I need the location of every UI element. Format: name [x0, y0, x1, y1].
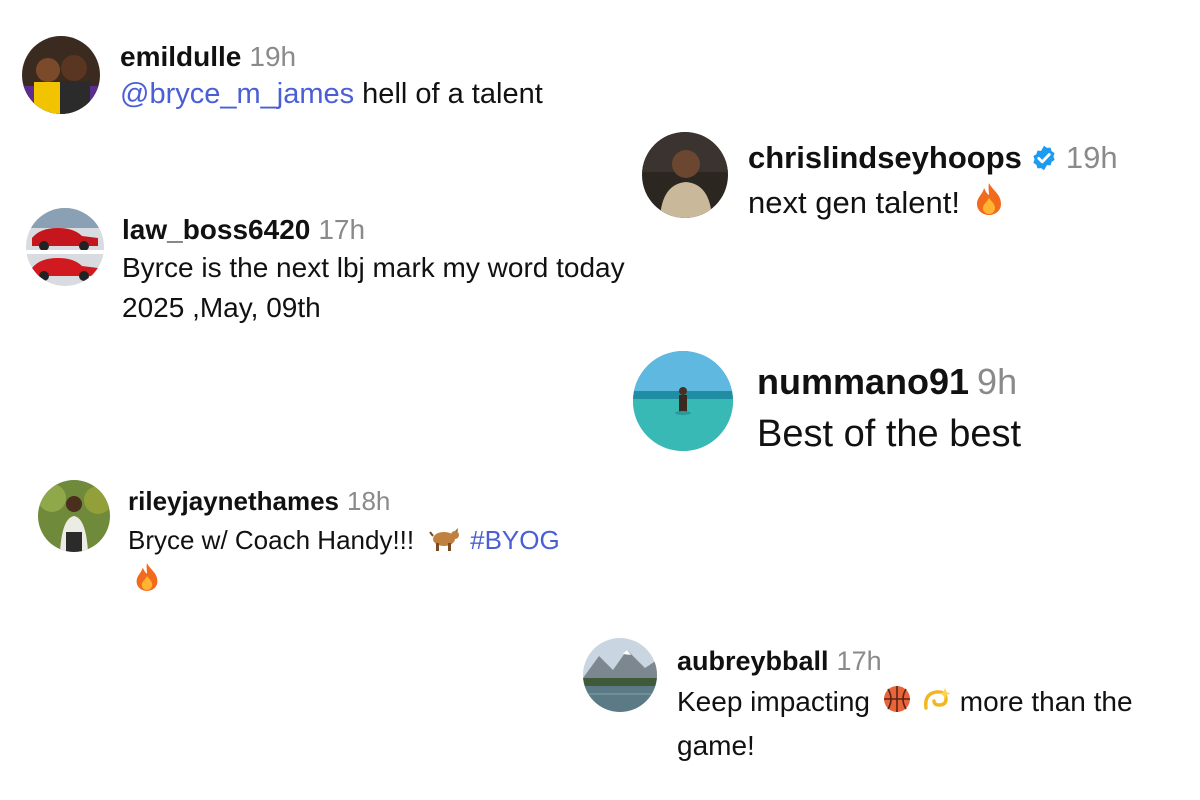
comment-body: nummano91 9h Best of the best: [757, 351, 1021, 461]
avatar[interactable]: [22, 36, 100, 114]
comment-item: rileyjaynethames 18h Bryce w/ Coach Hand…: [38, 480, 648, 600]
comment-body: law_boss6420 17h Byrce is the next lbj m…: [122, 208, 642, 328]
fire-emoji-icon: [974, 182, 1004, 216]
username[interactable]: aubreybball: [677, 642, 829, 680]
comment-body: chrislindseyhoops 19h next gen talent!: [748, 132, 1118, 226]
comment-item: emildulle 19h @bryce_m_james hell of a t…: [22, 36, 543, 114]
timestamp: 18h: [347, 486, 391, 516]
dizzy-emoji-icon: [922, 684, 952, 714]
comment-item: chrislindseyhoops 19h next gen talent!: [642, 132, 1118, 226]
comment-body: emildulle 19h @bryce_m_james hell of a t…: [120, 36, 543, 114]
timestamp: 9h: [977, 361, 1018, 402]
goat-emoji-icon: [428, 524, 460, 552]
comment-meta: emildulle 19h: [120, 40, 543, 74]
username[interactable]: nummano91: [757, 357, 969, 407]
mention-link[interactable]: @bryce_m_james: [120, 78, 354, 110]
comment-meta: nummano91 9h: [757, 357, 1021, 407]
avatar[interactable]: [642, 132, 728, 218]
hashtag-link[interactable]: #BYOG: [470, 525, 560, 555]
comment-text: Bryce w/ Coach Handy!!! #BYOG: [128, 520, 648, 600]
comment-meta: chrislindseyhoops 19h: [748, 136, 1118, 180]
avatar[interactable]: [38, 480, 110, 552]
comment-text: next gen talent!: [748, 180, 1118, 226]
username[interactable]: rileyjaynethames: [128, 482, 339, 520]
fire-emoji-icon: [134, 562, 160, 592]
comment-item: aubreybball 17h Keep impacting more than…: [583, 638, 1177, 768]
comment-item: nummano91 9h Best of the best: [633, 351, 1021, 461]
username[interactable]: chrislindseyhoops: [748, 136, 1022, 180]
comment-meta: law_boss6420 17h: [122, 212, 642, 248]
person-photo-icon: [642, 132, 728, 218]
timestamp: 19h: [249, 41, 297, 72]
comment-body: rileyjaynethames 18h Bryce w/ Coach Hand…: [128, 480, 648, 600]
comment-text-content: Bryce w/ Coach Handy!!!: [128, 525, 415, 555]
username[interactable]: law_boss6420: [122, 212, 310, 248]
comment-text: Byrce is the next lbj mark my word today…: [122, 252, 625, 323]
two-people-photo-icon: [22, 36, 100, 114]
comment-text-content: hell of a talent: [354, 78, 543, 110]
comment-text: @bryce_m_james hell of a talent: [120, 74, 543, 114]
avatar[interactable]: [583, 638, 657, 712]
person-in-water-photo-icon: [633, 351, 733, 451]
comment-meta: rileyjaynethames 18h: [128, 482, 648, 520]
comment-text: Best of the best: [757, 413, 1022, 455]
timestamp: 17h: [318, 214, 366, 245]
comment-text: Keep impacting more than the game!: [677, 680, 1177, 768]
basketball-emoji-icon: [882, 684, 912, 714]
timestamp: 19h: [1065, 140, 1118, 175]
verified-badge-icon: [1030, 144, 1058, 172]
avatar[interactable]: [633, 351, 733, 451]
person-outdoors-photo-icon: [38, 480, 110, 552]
comment-body: aubreybball 17h Keep impacting more than…: [677, 638, 1177, 768]
comment-text-content: next gen talent!: [748, 185, 960, 220]
red-cars-photo-icon: [26, 208, 104, 286]
mountain-lake-photo-icon: [583, 638, 657, 712]
timestamp: 17h: [836, 646, 882, 676]
username[interactable]: emildulle: [120, 40, 241, 74]
avatar[interactable]: [26, 208, 104, 286]
comment-meta: aubreybball 17h: [677, 642, 1177, 680]
comment-item: law_boss6420 17h Byrce is the next lbj m…: [26, 208, 642, 328]
comment-text-content: Keep impacting: [677, 686, 871, 717]
